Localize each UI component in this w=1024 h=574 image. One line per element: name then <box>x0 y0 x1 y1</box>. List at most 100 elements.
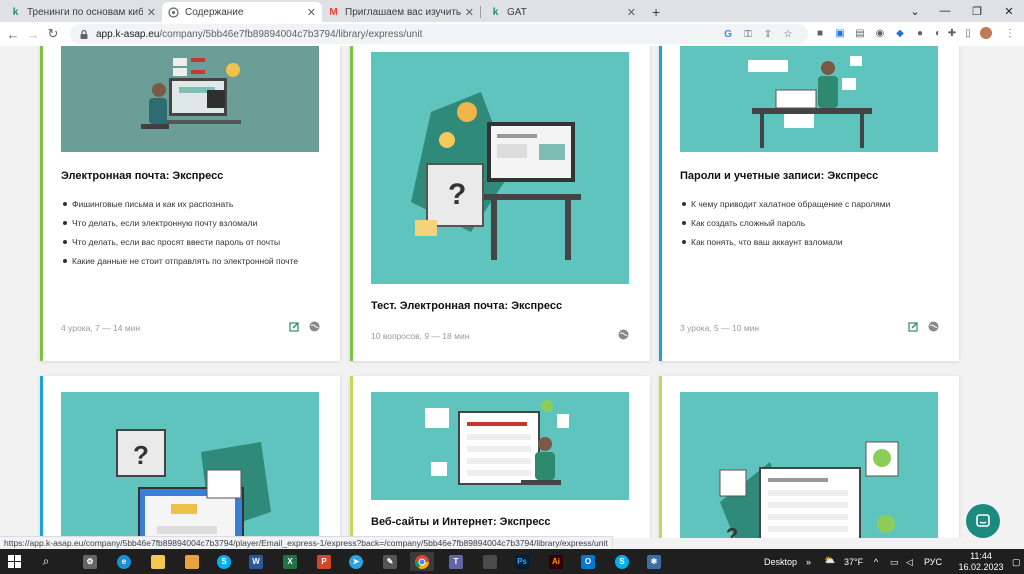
address-bar[interactable]: app.k-asap.eu/company/5bb46e7fb89894004c… <box>70 24 808 44</box>
card-accent-bar <box>659 46 662 361</box>
weather-temp[interactable]: 37°F <box>844 557 863 567</box>
course-title[interactable]: Пароли и учетные записи: Экспресс <box>680 170 878 182</box>
chat-button[interactable] <box>966 504 1000 538</box>
edit-lessons-icon[interactable] <box>289 321 300 332</box>
search-icon: ⌕ <box>42 554 50 568</box>
lock-icon <box>80 29 88 39</box>
clock-date[interactable]: 16.02.2023 <box>952 562 1010 572</box>
url-host: app.k-asap.eu <box>96 28 160 40</box>
taskbar-app[interactable] <box>480 552 500 571</box>
tab-title: GAT <box>507 6 527 18</box>
taskbar-app[interactable]: ❄ <box>644 552 664 571</box>
forward-button[interactable]: → <box>24 25 42 43</box>
taskbar-app-chrome-active[interactable] <box>410 552 434 571</box>
taskbar-app[interactable]: X <box>280 552 300 571</box>
clock-time[interactable]: 11:44 <box>958 551 1004 561</box>
taskbar-app[interactable] <box>148 552 168 571</box>
extension-6-icon[interactable]: ● <box>914 27 926 39</box>
taskbar-app[interactable]: W <box>246 552 266 571</box>
globe-icon[interactable] <box>309 321 320 332</box>
course-title[interactable]: Тест. Электронная почта: Экспресс <box>371 300 562 312</box>
course-card-4[interactable]: ? <box>40 376 340 538</box>
course-card-email-test[interactable]: ? Тест. Электронная почта: Экспресс 10 в… <box>350 46 650 361</box>
new-tab-button[interactable]: + <box>646 2 668 22</box>
avatar[interactable] <box>980 27 992 39</box>
taskbar-app[interactable]: e <box>114 552 134 571</box>
start-button[interactable] <box>4 552 24 571</box>
taskbar-app[interactable]: ⚙ <box>80 552 100 571</box>
edit-lessons-icon[interactable] <box>908 321 919 332</box>
tab-invitation[interactable]: M Приглашаем вас изучить учеб ✕ <box>322 2 480 22</box>
word-icon: W <box>249 554 263 569</box>
course-card-6[interactable]: ? <box>659 376 959 538</box>
volume-icon[interactable]: ◁ <box>906 557 913 568</box>
taskbar-app[interactable]: Ai <box>546 552 566 571</box>
extension-5-icon[interactable]: ◆ <box>894 27 906 39</box>
taskbar-app[interactable]: Ps <box>512 552 532 571</box>
extension-7-icon[interactable]: ◐ <box>932 27 944 39</box>
close-tab-icon[interactable]: ✕ <box>147 6 156 19</box>
network-app-icon: ❄ <box>647 554 661 569</box>
course-title[interactable]: Веб-сайты и Интернет: Экспресс <box>371 516 551 528</box>
reload-icon: ↻ <box>47 26 59 41</box>
network-icon[interactable]: ▭ <box>890 557 899 568</box>
tab-trainings[interactable]: k Тренинги по основам кибербе ✕ <box>4 2 162 22</box>
menu-dots-icon[interactable]: ⋮ <box>1004 27 1016 39</box>
tab-search-icon[interactable]: ⌄ <box>900 2 930 20</box>
extension-4-icon[interactable]: ◉ <box>874 27 886 39</box>
key-icon[interactable]: ⚿ <box>740 26 756 42</box>
course-title[interactable]: Электронная почта: Экспресс <box>61 170 223 182</box>
globe-icon[interactable] <box>928 321 939 332</box>
tab-contents[interactable]: Содержание ✕ <box>162 2 322 22</box>
tab-title: Приглашаем вас изучить учеб <box>345 6 461 18</box>
puzzle-icon[interactable]: ✚ <box>946 27 958 39</box>
taskbar-app[interactable]: ✎ <box>380 552 400 571</box>
tray-arrow-icon[interactable]: ^ <box>874 557 878 567</box>
course-meta: 3 урока, 5 — 10 мин <box>680 323 760 333</box>
passwords-illustration <box>680 46 938 152</box>
extension-2-icon[interactable]: ▣ <box>834 27 846 39</box>
topic-item: К чему приводит халатное обращение с пар… <box>680 198 890 217</box>
globe-icon[interactable] <box>618 329 629 340</box>
close-window-button[interactable]: ✕ <box>994 2 1024 20</box>
topic-item: Какие данные не стоит отправлять по элек… <box>61 255 298 274</box>
google-translate-icon[interactable]: G <box>720 26 736 42</box>
star-icon[interactable]: ☆ <box>780 26 796 42</box>
taskbar-app[interactable]: P <box>314 552 334 571</box>
outlook-icon: O <box>581 554 595 569</box>
side-panel-icon[interactable]: ▯ <box>962 27 974 39</box>
share-icon[interactable]: ⇪ <box>760 26 776 42</box>
close-tab-icon[interactable]: ✕ <box>307 6 316 19</box>
back-button[interactable]: ← <box>4 25 22 43</box>
notifications-icon[interactable]: ▢ <box>1012 557 1021 568</box>
chevron-right-icon[interactable]: » <box>806 557 811 567</box>
desktop-label[interactable]: Desktop <box>764 557 797 567</box>
taskbar-app[interactable]: O <box>578 552 598 571</box>
taskbar-app[interactable] <box>182 552 202 571</box>
course-card-web[interactable]: Веб-сайты и Интернет: Экспресс <box>350 376 650 538</box>
extension-3-icon[interactable]: ▤ <box>854 27 866 39</box>
reload-button[interactable]: ↻ <box>44 25 62 43</box>
close-tab-icon[interactable]: ✕ <box>465 6 474 19</box>
k-logo-icon: k <box>492 6 499 18</box>
taskbar-app[interactable]: T <box>446 552 466 571</box>
course-4-illustration: ? <box>61 392 319 538</box>
tab-gat[interactable]: k GAT ✕ <box>484 2 642 22</box>
minimize-button[interactable]: — <box>930 2 960 20</box>
tab-title: Содержание <box>185 6 244 18</box>
card-accent-bar <box>659 376 662 538</box>
close-tab-icon[interactable]: ✕ <box>627 6 636 19</box>
course-library: Электронная почта: Экспресс Фишинговые п… <box>0 46 1024 538</box>
course-card-passwords[interactable]: Пароли и учетные записи: Экспресс К чему… <box>659 46 959 361</box>
course-card-email[interactable]: Электронная почта: Экспресс Фишинговые п… <box>40 46 340 361</box>
browser-toolbar: ← → ↻ app.k-asap.eu/company/5bb46e7fb898… <box>0 22 1024 47</box>
chat-icon <box>976 514 990 527</box>
extension-1-icon[interactable]: ■ <box>814 27 826 39</box>
arrow-right-icon: → <box>26 26 40 42</box>
taskbar-app[interactable]: ➤ <box>346 552 366 571</box>
language-indicator[interactable]: РУС <box>924 557 942 567</box>
search-button[interactable]: ⌕ <box>36 552 56 571</box>
taskbar-app[interactable]: S <box>612 552 632 571</box>
taskbar-app[interactable]: S <box>214 552 234 571</box>
maximize-button[interactable]: ❐ <box>962 2 992 20</box>
